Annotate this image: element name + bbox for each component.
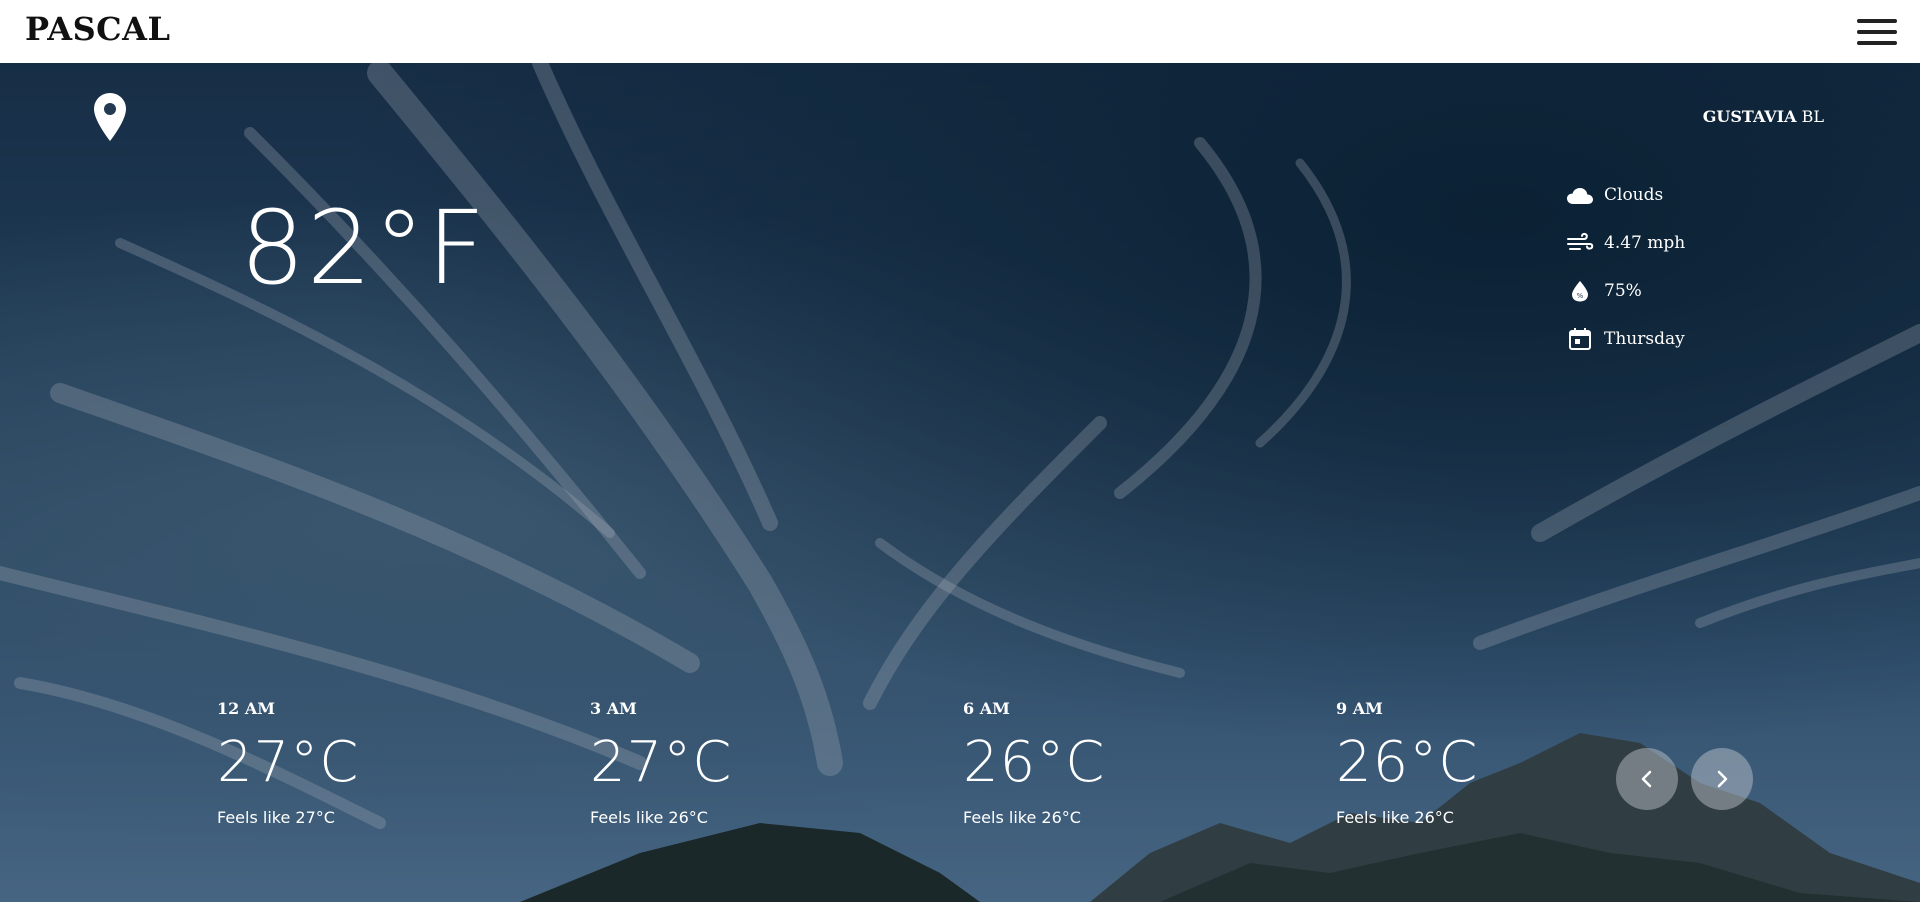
location-city: GUSTAVIA [1702,107,1797,126]
forecast-item: 9 AM 26°C Feels like 26°C [1336,699,1478,827]
location-label: GUSTAVIA BL [1703,107,1824,126]
calendar-icon [1566,325,1594,353]
carousel-next-button[interactable] [1691,748,1753,810]
forecast-time: 9 AM [1336,699,1383,718]
forecast-feels-like: Feels like 26°C [1336,807,1454,827]
forecast-temp: 27°C [590,730,733,795]
location-country: BL [1801,107,1824,126]
stat-day: Thursday [1566,315,1685,363]
weather-hero: GUSTAVIA BL 82°F Clouds 4.47 mph % 75% T… [0,63,1920,902]
stat-humidity-value: 75% [1604,281,1642,301]
forecast-time: 12 AM [217,699,275,718]
forecast-temp: 27°C [217,730,360,795]
stat-condition-value: Clouds [1604,185,1664,205]
stat-condition: Clouds [1566,171,1685,219]
forecast-temp: 26°C [1336,730,1479,795]
stat-humidity: % 75% [1566,267,1685,315]
forecast-item: 3 AM 27°C Feels like 26°C [590,699,732,827]
forecast-temp: 26°C [963,730,1106,795]
map-pin-icon[interactable] [94,93,126,141]
hamburger-menu-icon-bar [1857,30,1897,34]
stat-wind: 4.47 mph [1566,219,1685,267]
carousel-prev-button[interactable] [1616,748,1678,810]
forecast-time: 6 AM [963,699,1010,718]
hamburger-menu-button[interactable] [1857,17,1897,47]
stat-wind-value: 4.47 mph [1604,233,1686,253]
forecast-time: 3 AM [590,699,637,718]
forecast-feels-like: Feels like 26°C [590,807,708,827]
svg-text:%: % [1577,292,1584,300]
forecast-item: 6 AM 26°C Feels like 26°C [963,699,1105,827]
humidity-drop-icon: % [1566,277,1594,305]
brand-logo[interactable]: PASCAL [25,10,170,48]
cloud-icon [1566,181,1594,209]
wind-icon [1566,229,1594,257]
chevron-left-icon [1641,770,1652,788]
hamburger-menu-icon-bar [1857,41,1897,45]
forecast-feels-like: Feels like 26°C [963,807,1081,827]
current-temperature: 82°F [240,189,488,308]
weather-stats: Clouds 4.47 mph % 75% Thursday [1566,171,1685,363]
hamburger-menu-icon-bar [1857,19,1897,23]
stat-day-value: Thursday [1604,329,1685,349]
chevron-right-icon [1717,770,1728,788]
forecast-feels-like: Feels like 27°C [217,807,335,827]
forecast-item: 12 AM 27°C Feels like 27°C [217,699,359,827]
top-nav-bar: PASCAL [0,0,1920,63]
